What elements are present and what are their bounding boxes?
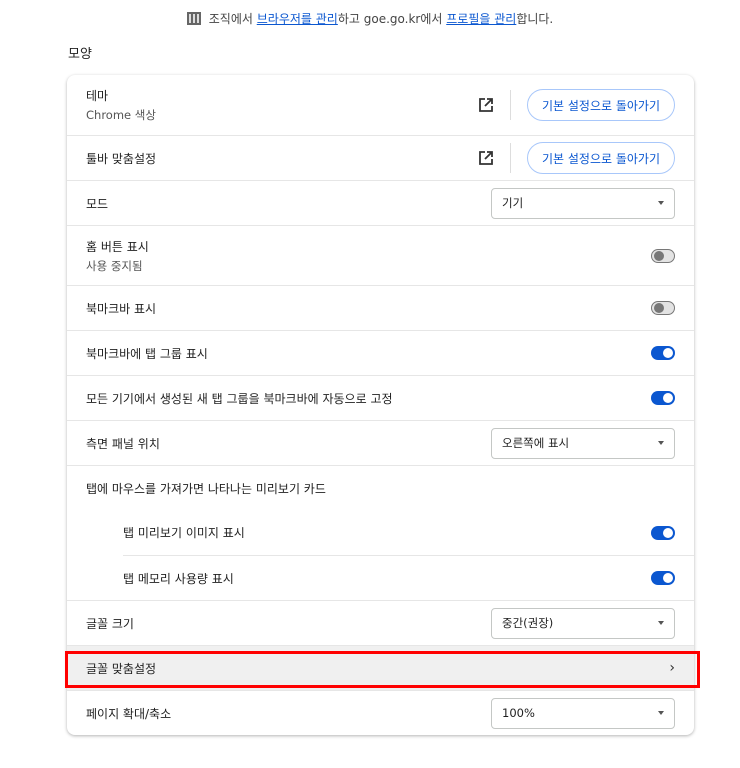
preview-image-label: 탭 미리보기 이미지 표시 bbox=[123, 526, 245, 540]
side-panel-row: 측면 패널 위치 오른쪽에 표시 bbox=[67, 420, 694, 465]
tab-groups-row[interactable]: 북마크바에 탭 그룹 표시 bbox=[67, 330, 694, 375]
page-zoom-row: 페이지 확대/축소 100% bbox=[67, 690, 694, 735]
page-zoom-label: 페이지 확대/축소 bbox=[86, 706, 172, 721]
home-label: 홈 버튼 표시 bbox=[86, 239, 149, 254]
side-panel-value: 오른쪽에 표시 bbox=[502, 436, 570, 450]
auto-pin-row[interactable]: 모든 기기에서 생성된 새 탭 그룹을 북마크바에 자동으로 고정 bbox=[67, 375, 694, 420]
theme-reset-button[interactable]: 기본 설정으로 돌아가기 bbox=[526, 89, 675, 121]
toolbar-row[interactable]: 툴바 맞춤설정 기본 설정으로 돌아가기 bbox=[67, 135, 694, 180]
bookmarks-bar-row[interactable]: 북마크바 표시 bbox=[67, 285, 694, 330]
preview-image-row[interactable]: 탭 미리보기 이미지 표시 bbox=[123, 510, 694, 555]
side-panel-label: 측면 패널 위치 bbox=[86, 436, 160, 451]
font-size-row: 글꼴 크기 중간(권장) bbox=[67, 600, 694, 645]
toolbar-label: 툴바 맞춤설정 bbox=[86, 151, 157, 166]
building-icon bbox=[186, 12, 201, 25]
dropdown-arrow-icon bbox=[658, 621, 664, 625]
page-zoom-value: 100% bbox=[502, 706, 535, 720]
font-size-label: 글꼴 크기 bbox=[86, 616, 134, 631]
memory-usage-row[interactable]: 탭 메모리 사용량 표시 bbox=[123, 555, 694, 600]
dropdown-arrow-icon bbox=[658, 441, 664, 445]
customize-fonts-row[interactable]: 글꼴 맞춤설정 › bbox=[65, 645, 700, 690]
section-title: 모양 bbox=[68, 47, 92, 62]
page-zoom-select[interactable]: 100% bbox=[491, 697, 675, 729]
mode-label: 모드 bbox=[86, 196, 109, 211]
side-panel-select[interactable]: 오른쪽에 표시 bbox=[491, 427, 675, 459]
dropdown-arrow-icon bbox=[658, 201, 664, 205]
font-size-value: 중간(권장) bbox=[502, 616, 554, 630]
appearance-card: 테마 Chrome 색상 기본 설정으로 돌아가기 툴바 맞춤설정 기본 설정으로… bbox=[65, 75, 700, 735]
open-external-icon[interactable] bbox=[478, 150, 494, 166]
bookmarks-bar-label: 북마크바 표시 bbox=[86, 301, 157, 316]
chevron-right-icon: › bbox=[669, 660, 675, 676]
mode-select[interactable]: 기기 bbox=[491, 187, 675, 219]
notice-text: 하고 goe.go.kr에서 bbox=[337, 12, 447, 26]
manage-profile-link[interactable]: 프로필을 관리 bbox=[446, 12, 516, 26]
preview-image-toggle[interactable] bbox=[651, 525, 675, 540]
notice-text: 합니다. bbox=[516, 12, 554, 26]
home-sub: 사용 중지됨 bbox=[86, 258, 143, 273]
memory-usage-toggle[interactable] bbox=[651, 571, 675, 585]
toolbar-reset-button[interactable]: 기본 설정으로 돌아가기 bbox=[526, 142, 675, 174]
customize-fonts-label: 글꼴 맞춤설정 bbox=[86, 661, 157, 676]
hover-card-row: 탭에 마우스를 가져가면 나타나는 미리보기 카드 bbox=[67, 465, 694, 510]
tab-groups-label: 북마크바에 탭 그룹 표시 bbox=[86, 346, 208, 361]
manage-browser-link[interactable]: 브라우저를 관리 bbox=[257, 12, 338, 26]
open-external-icon[interactable] bbox=[478, 97, 494, 113]
managed-notice: 조직에서 브라우저를 관리하고 goe.go.kr에서 프로필을 관리합니다. bbox=[0, 10, 740, 27]
tab-groups-toggle[interactable] bbox=[651, 346, 675, 360]
theme-label: 테마 bbox=[86, 89, 109, 103]
auto-pin-label: 모든 기기에서 생성된 새 탭 그룹을 북마크바에 자동으로 고정 bbox=[86, 391, 393, 406]
mode-row: 모드 기기 bbox=[67, 180, 694, 225]
home-button-row[interactable]: 홈 버튼 표시사용 중지됨 bbox=[67, 225, 694, 285]
hover-card-label: 탭에 마우스를 가져가면 나타나는 미리보기 카드 bbox=[86, 481, 326, 496]
bookmarks-bar-toggle[interactable] bbox=[651, 301, 675, 315]
mode-value: 기기 bbox=[502, 196, 524, 210]
notice-text: 조직에서 bbox=[208, 12, 257, 26]
memory-usage-label: 탭 메모리 사용량 표시 bbox=[123, 571, 234, 586]
theme-row[interactable]: 테마 Chrome 색상 기본 설정으로 돌아가기 bbox=[67, 75, 694, 135]
theme-sub: Chrome 색상 bbox=[86, 108, 156, 122]
auto-pin-toggle[interactable] bbox=[651, 391, 675, 405]
home-button-toggle[interactable] bbox=[651, 248, 675, 263]
font-size-select[interactable]: 중간(권장) bbox=[491, 607, 675, 639]
dropdown-arrow-icon bbox=[658, 711, 664, 715]
